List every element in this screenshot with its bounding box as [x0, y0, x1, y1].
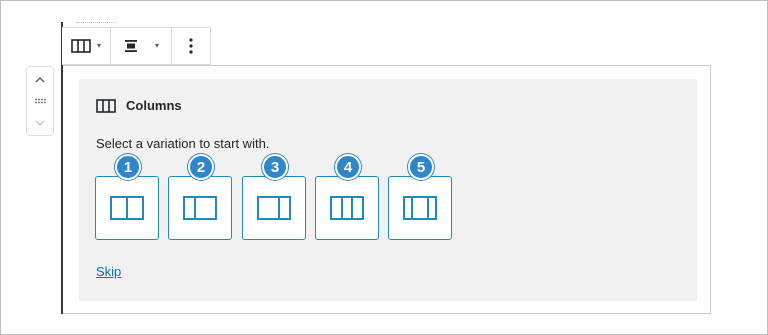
variation-badge-4: 4: [335, 154, 361, 180]
drag-handle[interactable]: [27, 90, 53, 112]
align-center-icon: [124, 40, 137, 52]
variation-button-3[interactable]: [242, 176, 306, 240]
variation-badge-3: 3: [262, 154, 288, 180]
block-toolbar: ▾ ▾: [62, 27, 211, 65]
two-columns-70-30-icon: [257, 196, 291, 220]
align-button[interactable]: ▾: [111, 28, 172, 64]
move-up-button[interactable]: [27, 69, 53, 91]
two-columns-50-50-icon: [110, 196, 144, 220]
block-top-dots: [76, 22, 116, 25]
variation-button-5[interactable]: [388, 176, 452, 240]
move-down-button[interactable]: [27, 112, 53, 134]
three-columns-wide-center-icon: [403, 196, 437, 220]
columns-icon: [71, 39, 91, 53]
variation-badge-2: 2: [188, 154, 214, 180]
block-mover: [26, 66, 54, 136]
more-vertical-icon: [189, 38, 193, 54]
placeholder-instructions: Select a variation to start with.: [96, 136, 270, 151]
drag-handle-icon: [35, 98, 46, 104]
block-switcher-button[interactable]: ▾: [62, 28, 111, 64]
columns-icon: [96, 98, 116, 113]
block-selected-indicator: [61, 22, 63, 314]
variation-button-4[interactable]: [315, 176, 379, 240]
variation-button-1[interactable]: [95, 176, 159, 240]
chevron-down-icon: [35, 120, 45, 127]
caret-down-icon: ▾: [154, 41, 159, 50]
skip-link[interactable]: Skip: [96, 264, 121, 279]
caret-down-icon: ▾: [96, 41, 101, 50]
variation-badge-5: 5: [408, 154, 434, 180]
variation-button-2[interactable]: [168, 176, 232, 240]
three-columns-equal-icon: [330, 196, 364, 220]
two-columns-30-70-icon: [183, 196, 217, 220]
placeholder-title-label: Columns: [126, 98, 182, 113]
more-options-button[interactable]: [172, 28, 210, 64]
chevron-up-icon: [35, 76, 45, 83]
placeholder-title: Columns: [96, 98, 182, 113]
variation-badge-1: 1: [115, 154, 141, 180]
